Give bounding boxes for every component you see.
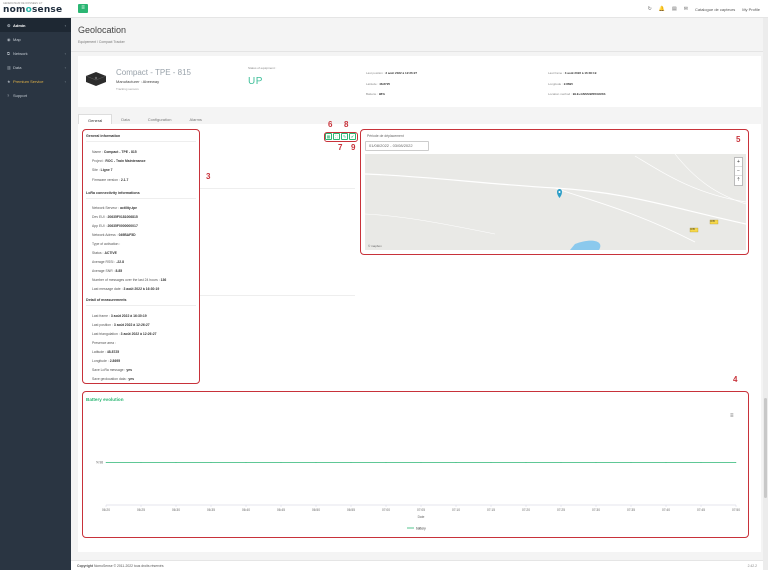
annotation-box-3 xyxy=(82,129,200,384)
breadcrumb[interactable]: Equipement / Compact Tracker xyxy=(78,40,125,44)
annotation-box-6-9 xyxy=(324,132,358,142)
annotation-box-5 xyxy=(360,129,749,255)
sidebar-item-label: Premium Service xyxy=(13,78,44,84)
device-type: Tracking sensors xyxy=(116,87,139,91)
last-frame: Last frame : 3 août 2022 à 16:30:19 xyxy=(548,71,597,75)
brand-logo[interactable]: GENERATEUR DE DONNEES IoT nomosense xyxy=(3,2,69,16)
annotation-7: 7 xyxy=(338,143,343,152)
sidebar-item-premium-service[interactable]: ★ Premium Service ‹ xyxy=(0,74,71,88)
sidebar-item-admin[interactable]: ⚙ Admin ‹ xyxy=(0,18,71,32)
sidebar-item-label: Data xyxy=(13,64,22,70)
sidebar-item-label: Map xyxy=(13,36,21,42)
sidebar-item-label: Support xyxy=(13,92,28,98)
last-position: Last position : 3 août 2022 à 12:26:27 xyxy=(366,71,418,75)
page-title: Geolocation xyxy=(78,25,127,35)
sidebar-item-label: Admin xyxy=(13,22,26,28)
device-name: Compact - TPE - 815 xyxy=(116,68,191,77)
chevron-left-icon: ‹ xyxy=(64,78,66,84)
device-manufacturer: Manufacturer : Abeeway xyxy=(116,79,160,84)
page-header: Geolocation Equipement / Compact Tracker xyxy=(71,18,763,52)
trash-icon[interactable]: ▤ xyxy=(672,6,677,12)
sidebar-item-support[interactable]: ? Support xyxy=(0,88,71,102)
lora-section-divider xyxy=(200,188,355,189)
refresh-icon[interactable]: ↻ xyxy=(648,6,652,12)
annotation-4: 4 xyxy=(733,375,738,384)
equipment-summary: Compact - TPE - 815 Manufacturer : Abeew… xyxy=(78,56,761,107)
brand-name: nomosense xyxy=(3,5,63,15)
footer-version: 2.42.2 xyxy=(747,564,757,568)
sidebar-item-network[interactable]: ⧉ Network ‹ xyxy=(0,46,71,60)
annotation-8: 8 xyxy=(344,120,349,129)
chat-icon[interactable]: ✉ xyxy=(684,6,688,12)
latitude: Latitude : 48.8725 xyxy=(366,82,391,86)
location-method: Location method : BLE+GNSS/WIFI/GNSS xyxy=(548,92,606,96)
chevron-left-icon: ‹ xyxy=(64,50,66,56)
footer: Copyright NomoSense © 2011-2022 tous dro… xyxy=(71,560,763,570)
bell-icon[interactable]: 🔔 xyxy=(659,6,665,12)
top-icons: ↻ 🔔 ▤ ✉ Catalogue de capteurs My Profile xyxy=(648,5,760,13)
sidebar: ⚙ Admin ‹ ◉ Map ⧉ Network ‹ ▥ Data ‹ ★ Premium Servi… xyxy=(0,18,71,570)
top-bar: GENERATEUR DE DONNEES IoT nomosense ≡ ↻ 🔔… xyxy=(0,0,768,18)
annotation-9: 9 xyxy=(351,143,356,152)
longitude: Longitude : 2.8695 xyxy=(548,82,573,86)
annotation-5: 5 xyxy=(736,135,741,144)
chevron-left-icon: ‹ xyxy=(64,22,66,28)
sidebar-item-data[interactable]: ▥ Data ‹ xyxy=(0,60,71,74)
annotation-6: 6 xyxy=(328,120,333,129)
menu-toggle-button[interactable]: ≡ xyxy=(78,4,88,13)
measure-section-divider xyxy=(200,295,355,296)
page-scrollbar[interactable] xyxy=(763,18,768,570)
catalogue-link[interactable]: Catalogue de capteurs xyxy=(695,7,735,12)
annotation-3: 3 xyxy=(206,172,211,181)
footer-copyright: Copyright NomoSense © 2011-2022 tous dro… xyxy=(77,564,164,568)
status-label: Status of equipment : xyxy=(248,66,277,70)
device-image xyxy=(85,72,107,86)
status-value: UP xyxy=(248,76,263,87)
annotation-box-4 xyxy=(82,391,749,538)
scrollbar-thumb[interactable] xyxy=(764,398,767,498)
battery: Batterie : 98% xyxy=(366,92,385,96)
sidebar-item-map[interactable]: ◉ Map xyxy=(0,32,71,46)
profile-link[interactable]: My Profile xyxy=(742,7,760,12)
chevron-left-icon: ‹ xyxy=(64,64,66,70)
sidebar-item-label: Network xyxy=(13,50,28,56)
